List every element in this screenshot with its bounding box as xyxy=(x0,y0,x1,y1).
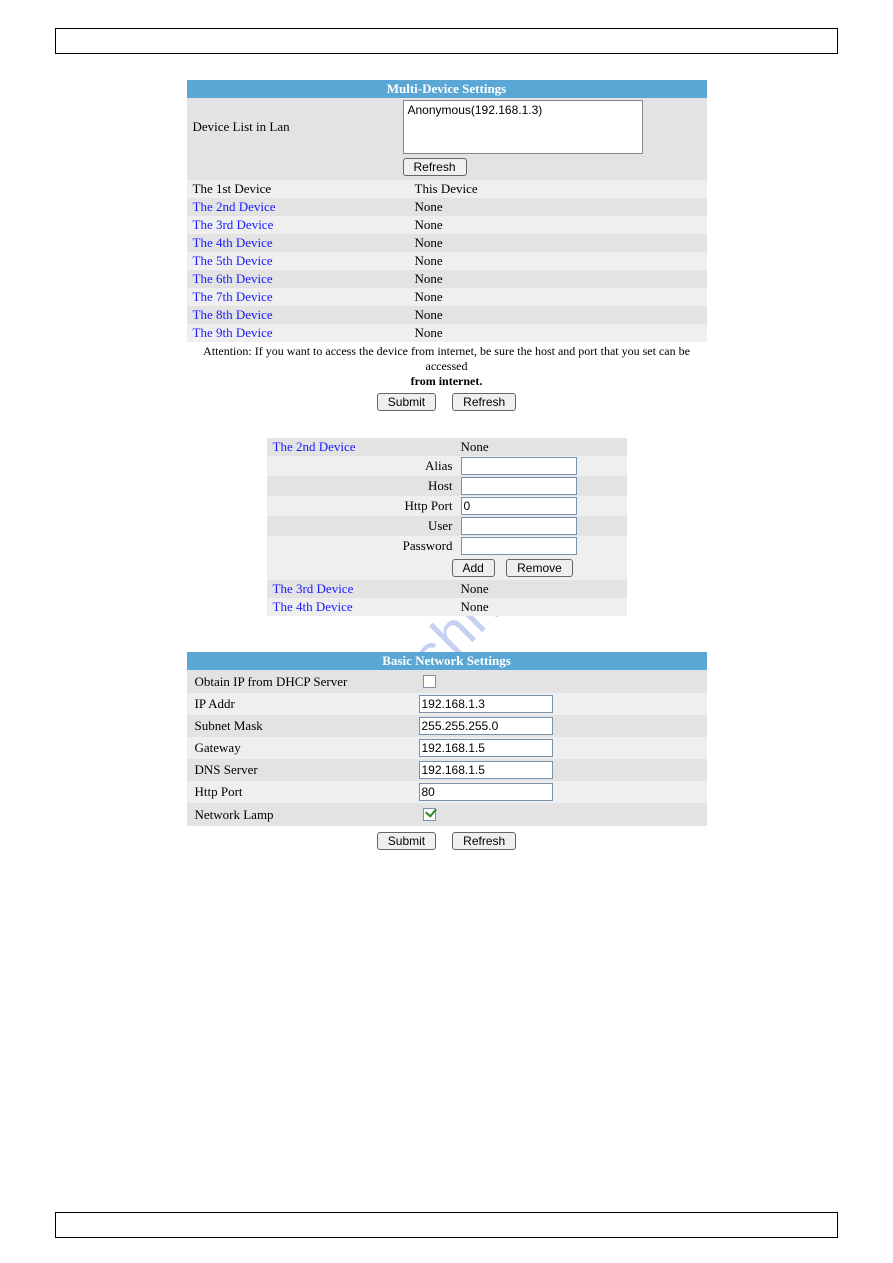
device-row-6[interactable]: The 6th Device None xyxy=(187,270,707,288)
attention-line2: from internet. xyxy=(411,374,483,388)
net-http-port-input[interactable] xyxy=(419,783,553,801)
mask-label: Subnet Mask xyxy=(187,716,413,736)
net-refresh-button[interactable]: Refresh xyxy=(452,832,516,850)
device-row-label[interactable]: The 4th Device xyxy=(187,234,409,252)
device-row-label[interactable]: The 8th Device xyxy=(187,306,409,324)
remove-button[interactable]: Remove xyxy=(506,559,573,577)
detail-header-value: None xyxy=(459,438,627,456)
dhcp-label: Obtain IP from DHCP Server xyxy=(187,672,413,692)
tail-row-label[interactable]: The 3rd Device xyxy=(267,580,459,598)
device-row-label[interactable]: The 9th Device xyxy=(187,324,409,342)
device-row-1: The 1st Device This Device xyxy=(187,180,707,198)
device-row-4[interactable]: The 4th Device None xyxy=(187,234,707,252)
add-button[interactable]: Add xyxy=(452,559,495,577)
http-port-label: Http Port xyxy=(267,497,459,515)
device-row-3[interactable]: The 3rd Device None xyxy=(187,216,707,234)
tail-row-value: None xyxy=(459,598,627,616)
detail-header-row[interactable]: The 2nd Device None xyxy=(267,438,627,456)
password-label: Password xyxy=(267,537,459,555)
device-row-label[interactable]: The 2nd Device xyxy=(187,198,409,216)
device-row-value: None xyxy=(409,252,707,270)
device-row-value: None xyxy=(409,306,707,324)
mask-input[interactable] xyxy=(419,717,553,735)
device-row-value: None xyxy=(409,234,707,252)
device-row-7[interactable]: The 7th Device None xyxy=(187,288,707,306)
device-row-5[interactable]: The 5th Device None xyxy=(187,252,707,270)
multi-submit-button[interactable]: Submit xyxy=(377,393,436,411)
device-list-label: Device List in Lan xyxy=(193,119,403,135)
device-row-value: None xyxy=(409,270,707,288)
multi-device-title: Multi-Device Settings xyxy=(187,80,707,98)
device-row-value: This Device xyxy=(409,180,707,198)
tail-row-4[interactable]: The 4th Device None xyxy=(267,598,627,616)
device-detail-panel: The 2nd Device None Alias Host Http Port… xyxy=(267,438,627,616)
page-header-frame xyxy=(55,28,838,54)
lamp-checkbox[interactable] xyxy=(423,808,436,821)
device-list-refresh-button[interactable]: Refresh xyxy=(403,158,467,176)
lamp-label: Network Lamp xyxy=(187,805,413,825)
device-row-label[interactable]: The 3rd Device xyxy=(187,216,409,234)
basic-network-title: Basic Network Settings xyxy=(187,652,707,670)
dns-label: DNS Server xyxy=(187,760,413,780)
dns-input[interactable] xyxy=(419,761,553,779)
dhcp-checkbox[interactable] xyxy=(423,675,436,688)
device-row-value: None xyxy=(409,198,707,216)
multi-device-panel: Multi-Device Settings Device List in Lan… xyxy=(187,80,707,342)
tail-row-3[interactable]: The 3rd Device None xyxy=(267,580,627,598)
net-http-port-label: Http Port xyxy=(187,782,413,802)
user-input[interactable] xyxy=(461,517,577,535)
device-row-label: The 1st Device xyxy=(187,180,409,198)
user-label: User xyxy=(267,517,459,535)
tail-row-value: None xyxy=(459,580,627,598)
basic-network-panel: Basic Network Settings Obtain IP from DH… xyxy=(187,652,707,826)
alias-input[interactable] xyxy=(461,457,577,475)
device-row-label[interactable]: The 6th Device xyxy=(187,270,409,288)
password-input[interactable] xyxy=(461,537,577,555)
net-submit-button[interactable]: Submit xyxy=(377,832,436,850)
host-input[interactable] xyxy=(461,477,577,495)
device-row-9[interactable]: The 9th Device None xyxy=(187,324,707,342)
device-row-2[interactable]: The 2nd Device None xyxy=(187,198,707,216)
device-list-box[interactable]: Anonymous(192.168.1.3) xyxy=(403,100,643,154)
http-port-input[interactable] xyxy=(461,497,577,515)
ip-input[interactable] xyxy=(419,695,553,713)
host-label: Host xyxy=(267,477,459,495)
attention-note: Attention: If you want to access the dev… xyxy=(187,344,707,389)
device-list-entry[interactable]: Anonymous(192.168.1.3) xyxy=(408,103,638,117)
detail-header-label[interactable]: The 2nd Device xyxy=(267,438,459,456)
gw-label: Gateway xyxy=(187,738,413,758)
alias-label: Alias xyxy=(267,457,459,475)
gw-input[interactable] xyxy=(419,739,553,757)
tail-row-label[interactable]: The 4th Device xyxy=(267,598,459,616)
page-footer-frame xyxy=(55,1212,838,1238)
device-row-8[interactable]: The 8th Device None xyxy=(187,306,707,324)
device-row-value: None xyxy=(409,288,707,306)
ip-label: IP Addr xyxy=(187,694,413,714)
multi-refresh-button[interactable]: Refresh xyxy=(452,393,516,411)
attention-line1: Attention: If you want to access the dev… xyxy=(203,344,690,373)
device-row-label[interactable]: The 7th Device xyxy=(187,288,409,306)
device-row-value: None xyxy=(409,324,707,342)
device-row-label[interactable]: The 5th Device xyxy=(187,252,409,270)
device-row-value: None xyxy=(409,216,707,234)
